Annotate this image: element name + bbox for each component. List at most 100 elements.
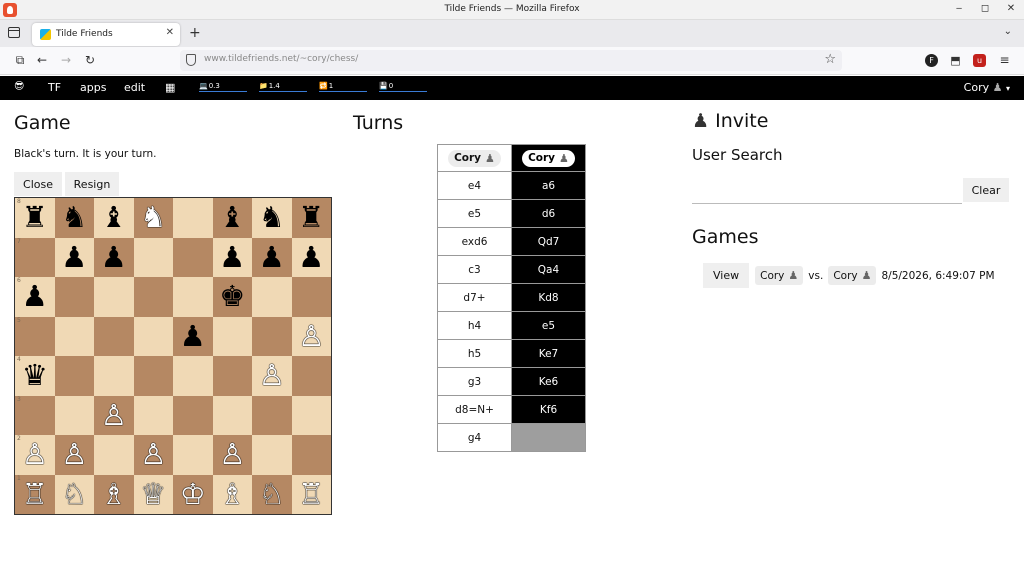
board-square[interactable]: ♟ bbox=[54, 237, 94, 277]
board-square[interactable] bbox=[252, 395, 292, 435]
chess-piece-icon[interactable]: ♘ bbox=[61, 479, 87, 509]
board-square[interactable] bbox=[94, 316, 134, 356]
board-square[interactable]: 4 ♛ bbox=[15, 356, 55, 396]
chess-piece-icon[interactable]: ♙ bbox=[101, 400, 127, 430]
chess-piece-icon[interactable]: ♙ bbox=[298, 321, 324, 351]
board-square[interactable] bbox=[291, 356, 331, 396]
board-square[interactable] bbox=[133, 277, 173, 317]
user-menu[interactable]: Cory ♟ ▾ bbox=[964, 81, 1010, 94]
board-square[interactable]: ♔ bbox=[173, 474, 213, 514]
chess-piece-icon[interactable]: ♟ bbox=[101, 242, 127, 272]
player-chip[interactable]: Cory ♟ bbox=[755, 266, 804, 285]
board-square[interactable]: ♟ bbox=[212, 237, 252, 277]
bookmark-star-icon[interactable]: ☆ bbox=[824, 52, 836, 67]
board-square[interactable] bbox=[54, 395, 94, 435]
board-square[interactable]: ♝ bbox=[94, 198, 134, 238]
chess-piece-icon[interactable]: ♟ bbox=[180, 321, 206, 351]
board-square[interactable]: 1 ♖ bbox=[15, 474, 55, 514]
board-square[interactable]: ♞ bbox=[252, 198, 292, 238]
chess-piece-icon[interactable]: ♗ bbox=[219, 479, 245, 509]
chess-piece-icon[interactable]: ♖ bbox=[22, 479, 48, 509]
url-text[interactable]: www.tildefriends.net/~cory/chess/ bbox=[204, 54, 358, 64]
board-square[interactable] bbox=[94, 356, 134, 396]
white-player-pill[interactable]: Cory ♟ bbox=[448, 149, 501, 167]
board-square[interactable]: ♚ bbox=[212, 277, 252, 317]
board-square[interactable] bbox=[252, 316, 292, 356]
chess-piece-icon[interactable]: ♘ bbox=[259, 479, 285, 509]
board-square[interactable]: ♙ bbox=[94, 395, 134, 435]
new-tab-plus-icon[interactable]: + bbox=[189, 25, 201, 41]
sidebar-toggle-icon[interactable]: ⧉ bbox=[12, 53, 28, 68]
hamburger-menu-icon[interactable]: ≡ bbox=[998, 54, 1011, 67]
chess-piece-icon[interactable]: ♞ bbox=[61, 203, 87, 232]
board-square[interactable]: ♗ bbox=[94, 474, 134, 514]
player-chip[interactable]: Cory ♟ bbox=[828, 266, 877, 285]
extension-f-icon[interactable]: F bbox=[925, 54, 938, 67]
board-square[interactable]: 5 bbox=[15, 316, 55, 356]
chess-piece-icon[interactable]: ♗ bbox=[101, 479, 127, 509]
board-square[interactable] bbox=[291, 277, 331, 317]
puzzle-extensions-icon[interactable]: ⬒ bbox=[949, 54, 962, 67]
grid-icon[interactable]: ▦ bbox=[165, 81, 175, 94]
chess-piece-icon[interactable]: ♝ bbox=[219, 203, 245, 232]
board-square[interactable]: 2 ♙ bbox=[15, 435, 55, 475]
chess-piece-icon[interactable]: ♜ bbox=[298, 203, 324, 232]
chess-piece-icon[interactable]: ♟ bbox=[259, 242, 285, 272]
board-square[interactable] bbox=[212, 316, 252, 356]
board-square[interactable] bbox=[173, 356, 213, 396]
board-square[interactable]: ♘ bbox=[54, 474, 94, 514]
user-search-input[interactable] bbox=[692, 203, 962, 204]
board-square[interactable] bbox=[173, 237, 213, 277]
emoji-icon[interactable]: 😎 bbox=[14, 81, 24, 92]
board-square[interactable]: ♗ bbox=[212, 474, 252, 514]
board-square[interactable]: ♙ bbox=[252, 356, 292, 396]
board-square[interactable]: 7 bbox=[15, 237, 55, 277]
board-square[interactable]: 8 ♜ bbox=[15, 198, 55, 238]
board-square[interactable]: ♙ bbox=[54, 435, 94, 475]
board-square[interactable]: ♟ bbox=[94, 237, 134, 277]
board-square[interactable] bbox=[173, 277, 213, 317]
board-square[interactable]: ♝ bbox=[212, 198, 252, 238]
maximize-icon[interactable]: ◻ bbox=[978, 3, 992, 14]
chess-piece-icon[interactable]: ♙ bbox=[259, 361, 285, 390]
tab-list-icon[interactable] bbox=[8, 27, 20, 38]
board-square[interactable] bbox=[54, 277, 94, 317]
chess-piece-icon[interactable]: ♟ bbox=[219, 242, 245, 272]
board-square[interactable]: ♕ bbox=[133, 474, 173, 514]
board-square[interactable] bbox=[252, 277, 292, 317]
chess-piece-icon[interactable]: ♟ bbox=[61, 242, 87, 272]
board-square[interactable] bbox=[54, 356, 94, 396]
board-square[interactable]: ♘ bbox=[252, 474, 292, 514]
board-square[interactable]: ♟ bbox=[291, 237, 331, 277]
tab-tilde-friends[interactable]: Tilde Friends ✕ bbox=[32, 23, 180, 46]
minimize-icon[interactable]: ‒ bbox=[952, 3, 966, 14]
board-square[interactable] bbox=[291, 395, 331, 435]
board-square[interactable]: ♞ bbox=[54, 198, 94, 238]
board-square[interactable]: ♟ bbox=[252, 237, 292, 277]
tracking-shield-icon[interactable] bbox=[186, 54, 196, 66]
chess-piece-icon[interactable]: ♞ bbox=[259, 203, 285, 232]
clear-button[interactable]: Clear bbox=[963, 178, 1009, 202]
chess-piece-icon[interactable]: ♙ bbox=[219, 440, 245, 469]
url-bar[interactable]: www.tildefriends.net/~cory/chess/ ☆ bbox=[180, 50, 842, 71]
nav-item-apps[interactable]: apps bbox=[80, 81, 106, 94]
forward-arrow-icon[interactable]: → bbox=[58, 53, 74, 67]
chess-piece-icon[interactable]: ♝ bbox=[101, 203, 127, 232]
board-square[interactable] bbox=[173, 395, 213, 435]
nav-item-tf[interactable]: TF bbox=[48, 81, 61, 94]
chess-piece-icon[interactable]: ♖ bbox=[298, 479, 324, 509]
board-square[interactable]: ♞ bbox=[133, 198, 173, 238]
chevron-down-icon[interactable]: ⌄ bbox=[1004, 26, 1012, 37]
board-square[interactable]: 6 ♟ bbox=[15, 277, 55, 317]
chess-piece-icon[interactable]: ♞ bbox=[140, 203, 166, 232]
board-square[interactable] bbox=[133, 237, 173, 277]
board-square[interactable]: ♙ bbox=[212, 435, 252, 475]
board-square[interactable] bbox=[173, 198, 213, 238]
board-square[interactable]: ♜ bbox=[291, 198, 331, 238]
board-square[interactable] bbox=[133, 316, 173, 356]
chess-piece-icon[interactable]: ♙ bbox=[22, 440, 48, 469]
view-game-button[interactable]: View bbox=[703, 263, 750, 288]
chess-piece-icon[interactable]: ♚ bbox=[219, 282, 245, 311]
chess-piece-icon[interactable]: ♕ bbox=[140, 479, 166, 509]
board-square[interactable] bbox=[133, 395, 173, 435]
